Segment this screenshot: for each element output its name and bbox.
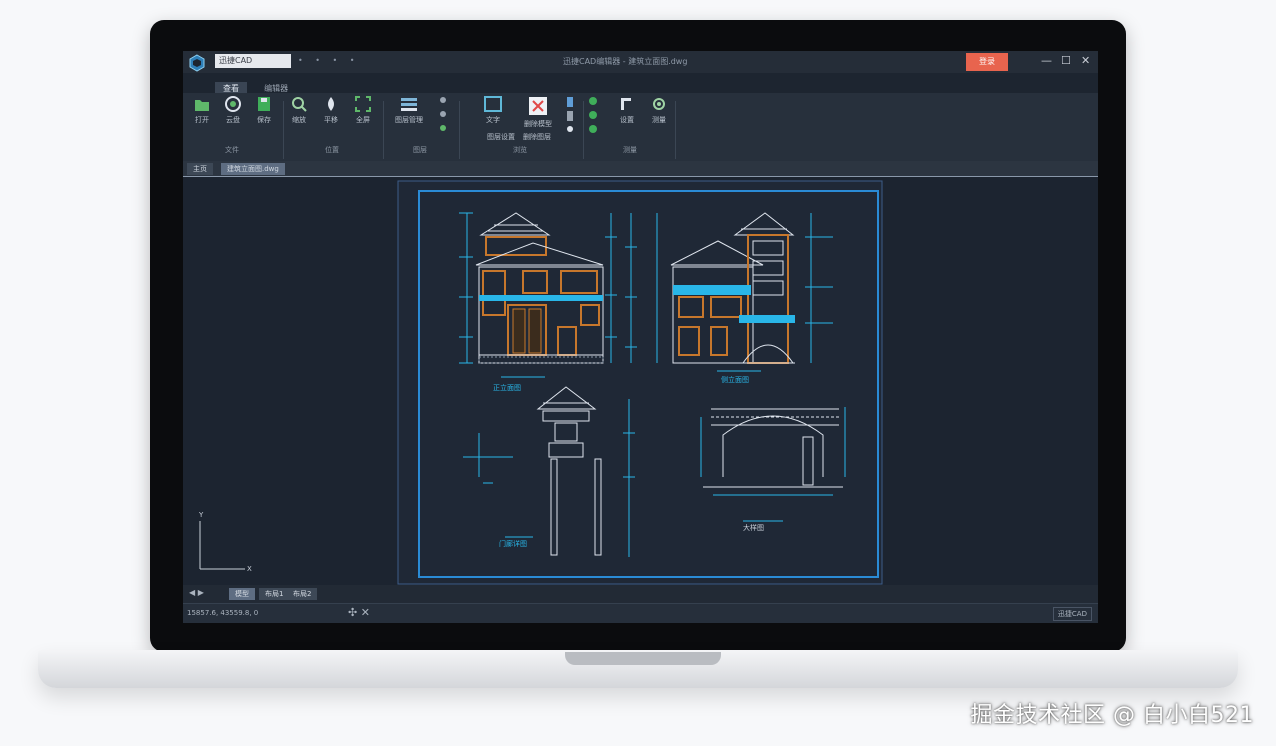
- lineweight-button[interactable]: [433, 95, 453, 137]
- close-icon[interactable]: ✕: [1081, 54, 1090, 68]
- caption-arch-detail: 大样图: [743, 524, 764, 532]
- group-label-layer: 图层: [413, 146, 427, 154]
- layout-nav-icon[interactable]: ◀ ▶: [189, 588, 204, 597]
- ucs-axis-icon: Y X: [198, 511, 252, 573]
- delete-model-icon: [529, 97, 547, 115]
- group-divider: [459, 101, 460, 159]
- delete-layer-button[interactable]: 删除图层: [523, 132, 551, 142]
- settings-label: 设置: [620, 116, 634, 124]
- group-divider: [675, 101, 676, 159]
- measure-icon: [589, 97, 597, 133]
- caption-front-elevation: 正立面图: [493, 384, 521, 392]
- snap-toggle-icon[interactable]: ✣ ✕: [348, 606, 370, 619]
- tab-home[interactable]: 主页: [187, 163, 213, 175]
- gear-icon: [653, 98, 665, 110]
- document-tab-strip: 主页 建筑立面图.dwg: [183, 161, 1098, 177]
- watermark-text: 掘金技术社区 @ 白小白521: [970, 703, 1254, 728]
- fullscreen-label: 全屏: [356, 116, 370, 124]
- caption-porch-detail: 门廊详图: [499, 540, 527, 548]
- pan-icon: [328, 97, 334, 111]
- layers-icon: [401, 98, 417, 111]
- layer-settings-button[interactable]: 图层设置: [487, 132, 515, 142]
- group-label-file: 文件: [225, 146, 239, 154]
- group-label-browse: 浏览: [513, 146, 527, 154]
- fullscreen-icon: [355, 96, 371, 112]
- app-logo-icon[interactable]: [188, 54, 206, 72]
- ribbon-tabs: 查看 编辑器: [215, 76, 300, 96]
- group-divider: [283, 101, 284, 159]
- zoom-icon: [292, 97, 307, 112]
- open-button[interactable]: 打开: [188, 95, 216, 125]
- text-icon: [484, 96, 502, 112]
- caption-side-elevation: 侧立面图: [721, 376, 749, 384]
- group-label-position: 位置: [325, 146, 339, 154]
- ribbon-toolbar: 打开 云盘 保存 缩放 平移 全屏 图层管理 文字 删除模型 设置 测量 图层设…: [183, 93, 1098, 161]
- zoom-label: 缩放: [292, 116, 306, 124]
- login-button[interactable]: 登录: [966, 53, 1008, 71]
- svg-text:X: X: [247, 565, 252, 573]
- cursor-coordinates: 15857.6, 43559.8, 0: [187, 609, 259, 617]
- document-title: 迅捷CAD编辑器 - 建筑立面图.dwg: [563, 57, 688, 66]
- group-label-measure: 测量: [623, 146, 637, 154]
- compare-button[interactable]: [563, 95, 577, 135]
- layers-button[interactable]: 图层管理: [389, 95, 429, 125]
- save-icon: [258, 97, 270, 111]
- measure-button[interactable]: [585, 95, 601, 139]
- drawing-canvas[interactable]: Y X 正立面图 侧立面图 门廊详图 大样图: [183, 177, 1098, 585]
- paper-sheet: [397, 180, 883, 585]
- quick-access-box[interactable]: 迅捷CAD: [215, 54, 291, 68]
- status-bar: 15857.6, 43559.8, 0 ✣ ✕ 迅捷CAD: [183, 603, 1098, 623]
- settings-icon: [621, 98, 631, 110]
- quick-access-toolbar[interactable]: • • • •: [298, 56, 360, 65]
- minimize-icon[interactable]: —: [1041, 54, 1052, 68]
- measure-label: 测量: [652, 116, 666, 124]
- status-app-label[interactable]: 迅捷CAD: [1052, 607, 1092, 621]
- text-label: 文字: [486, 116, 500, 124]
- pan-button[interactable]: 平移: [317, 95, 345, 125]
- group-divider: [383, 101, 384, 159]
- cloud-icon: [225, 96, 241, 112]
- fullscreen-button[interactable]: 全屏: [349, 95, 377, 125]
- settings-button[interactable]: 设置: [613, 95, 641, 125]
- delete-model-button[interactable]: 删除模型: [513, 95, 563, 129]
- layers-label: 图层管理: [395, 116, 423, 124]
- title-bar: 迅捷CAD • • • • 迅捷CAD编辑器 - 建筑立面图.dwg 登录 — …: [183, 51, 1098, 73]
- layout-tab-strip: ◀ ▶ 模型 布局1 布局2: [183, 585, 1098, 603]
- gear-button[interactable]: 测量: [645, 95, 673, 125]
- tab-drawing-file[interactable]: 建筑立面图.dwg: [221, 163, 285, 175]
- open-label: 打开: [195, 116, 209, 124]
- tab-layout-1[interactable]: 布局1: [259, 588, 290, 600]
- zoom-button[interactable]: 缩放: [285, 95, 313, 125]
- compare-icon: [567, 97, 573, 132]
- cloud-label: 云盘: [226, 116, 240, 124]
- text-button[interactable]: 文字: [471, 95, 515, 125]
- laptop-notch: [565, 652, 721, 665]
- tab-model[interactable]: 模型: [229, 588, 255, 600]
- delete-model-label: 删除模型: [524, 120, 552, 128]
- maximize-icon[interactable]: ☐: [1061, 54, 1071, 68]
- canvas-graphics: Y X: [198, 180, 883, 585]
- save-label: 保存: [257, 116, 271, 124]
- tab-layout-2[interactable]: 布局2: [287, 588, 318, 600]
- cad-application-window: 迅捷CAD • • • • 迅捷CAD编辑器 - 建筑立面图.dwg 登录 — …: [183, 51, 1098, 623]
- pan-label: 平移: [324, 116, 338, 124]
- svg-text:Y: Y: [198, 511, 204, 519]
- save-button[interactable]: 保存: [250, 95, 278, 125]
- cloud-button[interactable]: 云盘: [219, 95, 247, 125]
- lineweight-icon: [440, 97, 446, 131]
- open-file-icon: [195, 100, 209, 111]
- group-divider: [583, 101, 584, 159]
